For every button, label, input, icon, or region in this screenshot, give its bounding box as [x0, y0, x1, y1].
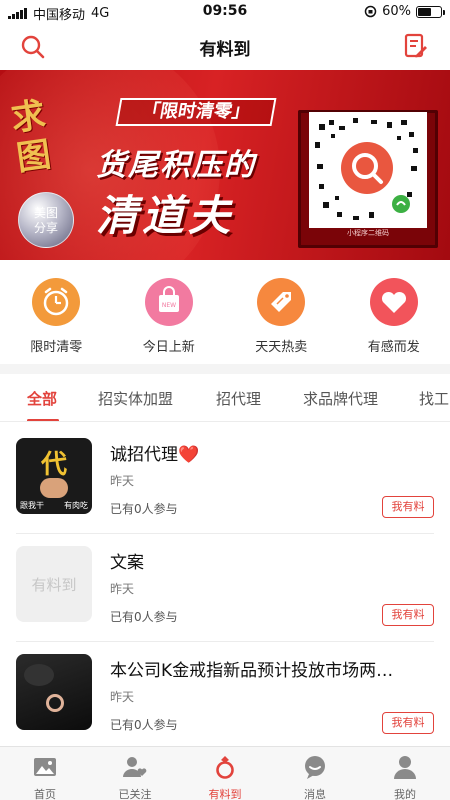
list-item[interactable]: 代 跟我干 有肉吃 诚招代理❤️ 昨天 已有0人参与 我有料 [0, 426, 450, 534]
post-participants: 已有0人参与 [110, 610, 178, 624]
quick-label: 有感而发 [367, 340, 420, 355]
tab-all[interactable]: 全部 [27, 388, 57, 409]
post-participants: 已有0人参与 [110, 502, 178, 516]
post-thumbnail: 有料到 [16, 546, 92, 622]
nav-home[interactable]: 首页 [0, 747, 90, 800]
quick-label: 限时清零 [30, 340, 83, 355]
nav-profile[interactable]: 我的 [360, 747, 450, 800]
price-tag-icon [257, 278, 306, 326]
post-title: 诚招代理❤️ [110, 445, 200, 465]
post-time: 昨天 [110, 690, 135, 704]
post-thumbnail [16, 654, 92, 730]
status-bar: 中国移动 4G 09:56 60% [0, 0, 450, 24]
banner-headline-2: 清道夫 [96, 191, 235, 240]
page-title: 有料到 [199, 40, 251, 60]
post-participants: 已有0人参与 [110, 718, 178, 732]
quick-item-new-today[interactable]: NEW 今日上新 [113, 272, 226, 358]
orientation-lock-icon [364, 5, 377, 18]
thumb-placeholder-text: 有料到 [31, 576, 77, 594]
edit-document-icon[interactable] [404, 33, 428, 59]
post-title: 文案 [110, 553, 144, 573]
post-time: 昨天 [110, 474, 135, 488]
nav-followed[interactable]: 已关注 [90, 747, 180, 800]
nav-label: 消息 [304, 788, 326, 800]
quick-label: 天天热卖 [255, 340, 308, 355]
battery-icon [416, 5, 445, 18]
stone-image [24, 664, 54, 686]
nav-youliaodao[interactable]: 有料到 [180, 747, 270, 800]
quick-categories: 限时清零 NEW 今日上新 天天热卖 有感而发 [0, 272, 450, 358]
category-tabs: 全部 招实体加盟 招代理 求品牌代理 找工 [0, 374, 450, 422]
ring-image [46, 694, 64, 712]
heart-icon [369, 278, 418, 326]
list-item[interactable]: 本公司K金戒指新品预计投放市场两… 昨天 已有0人参与 我有料 [0, 642, 450, 750]
tab-store-franchise[interactable]: 招实体加盟 [98, 388, 173, 409]
qr-code-image [309, 112, 427, 228]
list-item[interactable]: 有料到 文案 昨天 已有0人参与 我有料 [0, 534, 450, 642]
contribute-button[interactable]: 我有料 [382, 496, 434, 518]
nav-messages[interactable]: 消息 [270, 747, 360, 800]
section-divider [0, 364, 450, 374]
tab-indicator [27, 419, 59, 421]
nav-label: 我的 [394, 788, 416, 800]
post-thumbnail: 代 跟我干 有肉吃 [16, 438, 92, 514]
quick-item-time-limited[interactable]: 限时清零 [0, 272, 113, 358]
ring-icon [216, 756, 234, 779]
user-icon [394, 756, 416, 779]
thumb-caption-1: 跟我干 [20, 501, 44, 510]
nav-label: 首页 [34, 788, 56, 800]
thumb-caption-2: 有肉吃 [64, 501, 88, 510]
post-title: 本公司K金戒指新品预计投放市场两… [110, 661, 394, 681]
contribute-button[interactable]: 我有料 [382, 604, 434, 626]
new-bag-icon: NEW [144, 278, 193, 326]
image-icon [34, 758, 56, 776]
message-icon [305, 756, 325, 779]
battery-percent: 60% [382, 4, 411, 19]
share-label-2: 分享 [33, 221, 58, 235]
qr-caption: 小程序二维码 [347, 229, 389, 237]
share-label-1: 美图 [33, 206, 58, 220]
banner-tag: 「限时清零」 [115, 98, 277, 126]
quick-label: 今日上新 [142, 340, 195, 355]
banner-headline-1: 货尾积压的 [96, 148, 256, 183]
thumb-caption: 跟我干 有肉吃 [20, 500, 88, 511]
quick-item-hot-sale[interactable]: 天天热卖 [225, 272, 338, 358]
quick-item-feelings[interactable]: 有感而发 [338, 272, 450, 358]
nav-bar: 有料到 [0, 24, 450, 68]
nav-label: 有料到 [208, 788, 242, 800]
tab-agents[interactable]: 招代理 [216, 388, 261, 409]
status-right: 60% [364, 4, 445, 19]
thumb-text: 代 [40, 450, 67, 480]
post-time: 昨天 [110, 582, 135, 596]
tab-jobs[interactable]: 找工 [419, 388, 449, 409]
hand-image [40, 478, 68, 498]
followed-user-icon [123, 757, 147, 777]
nav-label: 已关注 [118, 788, 152, 800]
alarm-clock-icon [32, 278, 81, 326]
promo-banner[interactable]: 求图 美图 分享 「限时清零」 货尾积压的 清道夫 小程序二维码 [0, 70, 450, 260]
svg-text:NEW: NEW [162, 302, 176, 309]
bottom-nav: 首页 已关注 有料到 消息 我的 [0, 746, 450, 800]
tab-brand-agency[interactable]: 求品牌代理 [303, 388, 378, 409]
share-bubble[interactable]: 美图 分享 [18, 192, 74, 248]
contribute-button[interactable]: 我有料 [382, 712, 434, 734]
